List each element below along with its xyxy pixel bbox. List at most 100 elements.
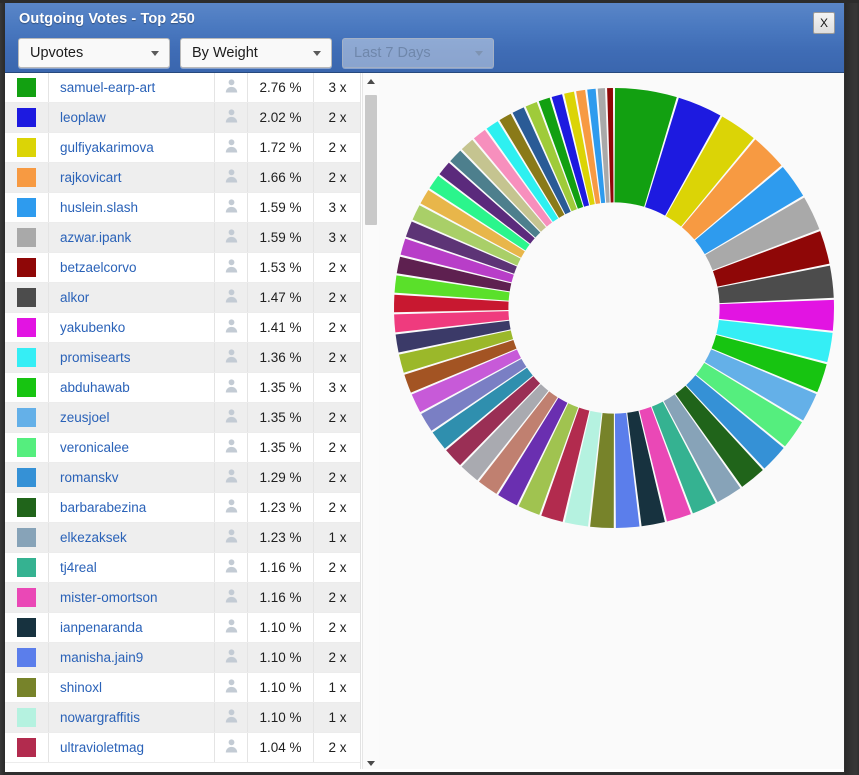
person-icon xyxy=(224,588,239,608)
table-row[interactable]: promisearts 1.36 % 2 x xyxy=(5,343,360,373)
count-value: 3 x xyxy=(328,380,347,395)
percent-value: 1.41 % xyxy=(248,313,314,342)
account-name-link[interactable]: azwar.ipank xyxy=(49,223,214,252)
table-row[interactable]: veronicalee 1.35 % 2 x xyxy=(5,433,360,463)
table-row[interactable]: tj4real 1.16 % 2 x xyxy=(5,553,360,583)
person-icon xyxy=(224,678,239,698)
table-row[interactable]: azwar.ipank 1.59 % 3 x xyxy=(5,223,360,253)
color-swatch xyxy=(17,108,36,127)
table-row[interactable]: abduhawab 1.35 % 3 x xyxy=(5,373,360,403)
avatar-cell xyxy=(214,373,248,402)
avatar-cell xyxy=(214,583,248,612)
close-button[interactable]: X xyxy=(813,12,835,34)
account-name-link[interactable]: nowargraffitis xyxy=(49,703,214,732)
percent-value: 1.10 % xyxy=(248,613,314,642)
table-row[interactable]: yakubenko 1.41 % 2 x xyxy=(5,313,360,343)
color-swatch xyxy=(17,618,36,637)
list-scrollbar[interactable] xyxy=(362,73,379,772)
count-value: 3 x xyxy=(328,80,347,95)
chevron-down-icon xyxy=(313,50,321,56)
avatar-cell xyxy=(214,613,248,642)
avatar-cell xyxy=(214,103,248,132)
color-swatch xyxy=(17,138,36,157)
page-title: Outgoing Votes - Top 250 xyxy=(19,11,195,27)
table-row[interactable]: alkor 1.47 % 2 x xyxy=(5,283,360,313)
account-name-link[interactable]: elkezaksek xyxy=(49,523,214,552)
table-row[interactable]: huslein.slash 1.59 % 3 x xyxy=(5,193,360,223)
scroll-up-button[interactable] xyxy=(363,73,379,90)
time-range-value: Last 7 Days xyxy=(354,45,431,61)
account-name-link[interactable]: tj4real xyxy=(49,553,214,582)
account-name-link[interactable]: rajkovicart xyxy=(49,163,214,192)
person-icon xyxy=(224,168,239,188)
chevron-down-icon xyxy=(151,50,159,56)
account-name-link[interactable]: barbarabezina xyxy=(49,493,214,522)
table-row[interactable]: elkezaksek 1.23 % 1 x xyxy=(5,523,360,553)
row-color-cell xyxy=(5,253,49,282)
account-name-link[interactable]: mister-omortson xyxy=(49,583,214,612)
table-row[interactable]: barbarabezina 1.23 % 2 x xyxy=(5,493,360,523)
account-name-link[interactable]: shinoxl xyxy=(49,673,214,702)
vote-type-select[interactable]: Upvotes xyxy=(18,38,170,68)
table-row[interactable]: ultravioletmag 1.04 % 2 x xyxy=(5,733,360,763)
table-row[interactable]: nowargraffitis 1.10 % 1 x xyxy=(5,703,360,733)
table-row[interactable]: samuel-earp-art 2.76 % 3 x xyxy=(5,73,360,103)
person-icon xyxy=(224,408,239,428)
row-color-cell xyxy=(5,283,49,312)
table-row[interactable]: romanskv 1.29 % 2 x xyxy=(5,463,360,493)
account-name-link[interactable]: abduhawab xyxy=(49,373,214,402)
table-row[interactable]: zeusjoel 1.35 % 2 x xyxy=(5,403,360,433)
account-name-link[interactable]: ianpenaranda xyxy=(49,613,214,642)
account-name-link[interactable]: leoplaw xyxy=(49,103,214,132)
account-name-link[interactable]: gulfiyakarimova xyxy=(49,133,214,162)
account-name-link[interactable]: romanskv xyxy=(49,463,214,492)
row-color-cell xyxy=(5,433,49,462)
count-value: 2 x xyxy=(328,440,347,455)
time-range-select: Last 7 Days xyxy=(342,38,494,68)
table-row[interactable]: manisha.jain9 1.10 % 2 x xyxy=(5,643,360,673)
color-swatch xyxy=(17,78,36,97)
percent-value: 1.66 % xyxy=(248,163,314,192)
account-name-link[interactable]: ultravioletmag xyxy=(49,733,214,762)
account-name-link[interactable]: zeusjoel xyxy=(49,403,214,432)
avatar-cell xyxy=(214,343,248,372)
account-name-link[interactable]: manisha.jain9 xyxy=(49,643,214,672)
row-color-cell xyxy=(5,553,49,582)
person-icon xyxy=(224,378,239,398)
account-name-link[interactable]: betzaelcorvo xyxy=(49,253,214,282)
votes-list-pane: samuel-earp-art 2.76 % 3 x leoplaw 2.02 % 2 x… xyxy=(5,73,361,772)
count-value: 2 x xyxy=(328,590,347,605)
table-row[interactable]: ianpenaranda 1.10 % 2 x xyxy=(5,613,360,643)
screenshot-root: Outgoing Votes - Top 250 X Upvotes By We… xyxy=(0,0,859,775)
table-row[interactable]: rajkovicart 1.66 % 2 x xyxy=(5,163,360,193)
percent-value: 1.35 % xyxy=(248,373,314,402)
avatar-cell xyxy=(214,673,248,702)
percent-value: 1.16 % xyxy=(248,553,314,582)
account-name-link[interactable]: promisearts xyxy=(49,343,214,372)
account-name-link[interactable]: samuel-earp-art xyxy=(49,73,214,102)
sort-mode-select[interactable]: By Weight xyxy=(180,38,332,68)
account-name-link[interactable]: alkor xyxy=(49,283,214,312)
table-row[interactable]: leoplaw 2.02 % 2 x xyxy=(5,103,360,133)
avatar-cell xyxy=(214,433,248,462)
count-value: 2 x xyxy=(328,170,347,185)
row-color-cell xyxy=(5,643,49,672)
person-icon xyxy=(224,498,239,518)
account-name-link[interactable]: huslein.slash xyxy=(49,193,214,222)
table-row[interactable]: betzaelcorvo 1.53 % 2 x xyxy=(5,253,360,283)
table-row[interactable]: shinoxl 1.10 % 1 x xyxy=(5,673,360,703)
window-bottom-edge xyxy=(5,769,844,772)
avatar-cell xyxy=(214,193,248,222)
votes-donut-chart xyxy=(391,85,837,531)
avatar-cell xyxy=(214,643,248,672)
scrollbar-thumb[interactable] xyxy=(365,95,377,225)
person-icon xyxy=(224,708,239,728)
table-row[interactable]: mister-omortson 1.16 % 2 x xyxy=(5,583,360,613)
color-swatch xyxy=(17,378,36,397)
account-name-link[interactable]: yakubenko xyxy=(49,313,214,342)
row-color-cell xyxy=(5,613,49,642)
avatar-cell xyxy=(214,223,248,252)
table-row[interactable]: gulfiyakarimova 1.72 % 2 x xyxy=(5,133,360,163)
account-name-link[interactable]: veronicalee xyxy=(49,433,214,462)
percent-value: 1.10 % xyxy=(248,703,314,732)
